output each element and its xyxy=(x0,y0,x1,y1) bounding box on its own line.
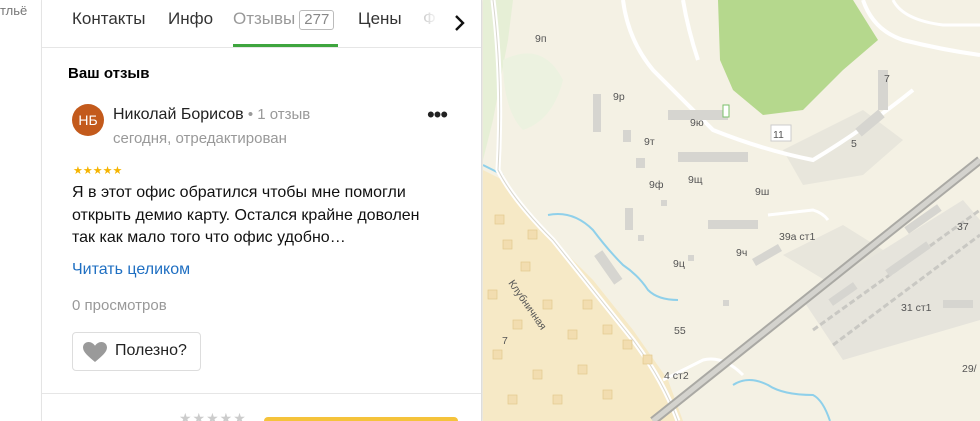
map-label[interactable]: 37 xyxy=(957,221,969,233)
author-separator: • xyxy=(243,106,258,123)
author-reviews-count: 1 отзыв xyxy=(257,106,311,123)
map-label[interactable]: 29/ xyxy=(962,363,977,375)
review-text: Я в этот офис обратился чтобы мне помогл… xyxy=(72,182,462,250)
tab-info[interactable]: Инфо xyxy=(168,9,213,29)
map-label[interactable]: 9п xyxy=(535,33,547,45)
map-label[interactable]: 9ф xyxy=(649,179,664,191)
rate-stars[interactable]: ★★★★★ xyxy=(179,410,247,421)
gutter-text: тльё xyxy=(0,3,28,18)
map-label[interactable]: 55 xyxy=(674,325,686,337)
chevron-right-icon xyxy=(455,15,465,31)
rating-stars: ★★★★★ xyxy=(73,165,123,177)
map-label[interactable]: 4 ст2 xyxy=(664,370,689,382)
map-label[interactable]: 9ч xyxy=(736,247,747,259)
map-canvas[interactable]: 9п 9р 9ю 9т 9ф 9щ 9ш 9ч 9ц 39а ст1 37 31… xyxy=(483,0,980,421)
review-text-line: открыть демио карту. Остался крайне дово… xyxy=(72,206,420,224)
map-label[interactable]: 9т xyxy=(644,136,655,148)
review-date: сегодня, отредактирован xyxy=(113,130,287,147)
tab-bar: Контакты Инфо Отзывы277 Цены Ф xyxy=(42,0,481,48)
tab-reviews-label: Отзывы xyxy=(233,9,296,28)
views-count: 0 просмотров xyxy=(72,297,167,314)
map-label[interactable]: 9щ xyxy=(688,174,703,186)
tabs-next-button[interactable] xyxy=(446,8,474,38)
map-label[interactable]: 9р xyxy=(613,91,625,103)
tab-prices[interactable]: Цены xyxy=(358,9,402,29)
tab-contacts[interactable]: Контакты xyxy=(72,9,145,29)
divider xyxy=(42,393,481,394)
left-gutter: тльё xyxy=(0,0,42,421)
map[interactable]: 9п 9р 9ю 9т 9ф 9щ 9ш 9ч 9ц 39а ст1 37 31… xyxy=(483,0,980,421)
heart-icon xyxy=(83,342,107,362)
write-review-button[interactable] xyxy=(264,417,458,421)
review-text-line: так как мало того что офис удобно… xyxy=(72,229,346,246)
map-label[interactable]: 9ш xyxy=(755,186,769,198)
map-label[interactable]: 7 xyxy=(502,335,508,347)
more-options-button[interactable]: ••• xyxy=(424,104,450,132)
map-label[interactable]: 11 xyxy=(773,129,784,141)
tab-reviews[interactable]: Отзывы 277 xyxy=(233,9,335,30)
section-title: Ваш отзыв xyxy=(68,65,150,82)
map-label[interactable]: 9ц xyxy=(673,258,685,270)
review-text-line: Я в этот офис обратился чтобы мне помогл… xyxy=(72,184,406,201)
review-author-line: Николай Борисов • 1 отзыв xyxy=(113,106,310,124)
useful-label: Полезно? xyxy=(115,342,187,359)
active-tab-underline xyxy=(233,44,338,47)
organization-panel: Контакты Инфо Отзывы277 Цены Ф Ваш отзыв… xyxy=(42,0,482,421)
map-label[interactable]: 5 xyxy=(851,138,857,150)
tabs-fade xyxy=(418,0,448,47)
map-label[interactable]: 9ю xyxy=(690,117,704,129)
reviews-count-badge: 277 xyxy=(299,10,335,30)
author-name[interactable]: Николай Борисов xyxy=(113,106,244,123)
read-more-link[interactable]: Читать целиком xyxy=(72,261,190,279)
map-label[interactable]: 39а ст1 xyxy=(779,231,815,243)
avatar[interactable]: НБ xyxy=(72,104,104,136)
useful-button[interactable]: Полезно? xyxy=(72,332,201,371)
map-label[interactable]: 31 ст1 xyxy=(901,302,932,314)
map-label[interactable]: 7 xyxy=(884,73,890,85)
